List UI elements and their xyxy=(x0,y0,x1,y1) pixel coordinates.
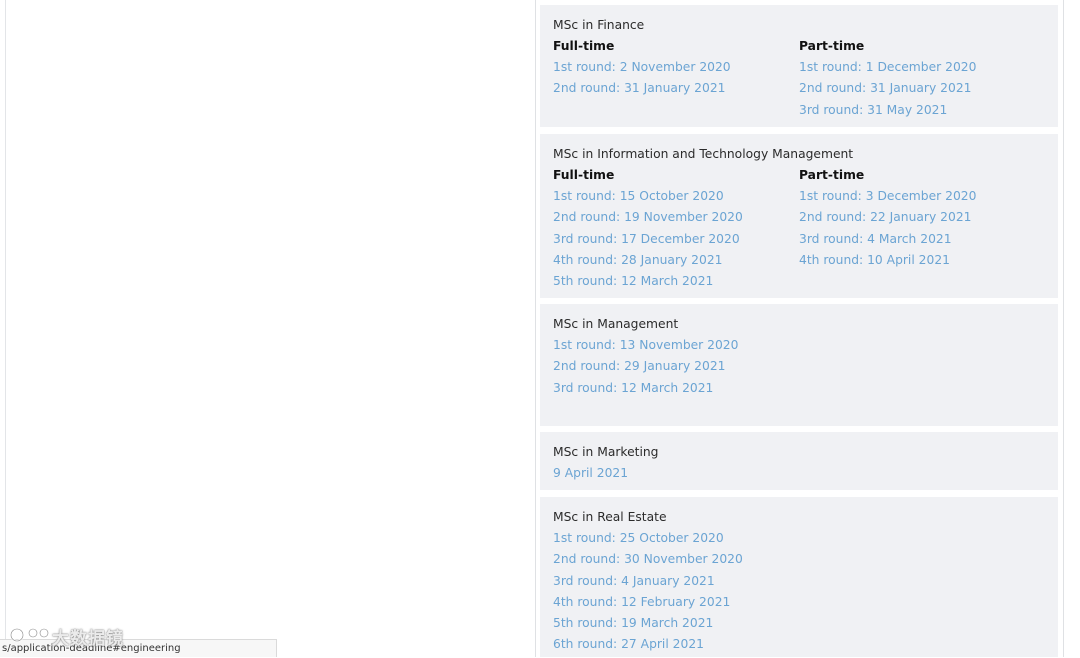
column-heading: Full-time xyxy=(553,168,615,182)
program-card-marketing: MSc in Marketing 9 April 2021 xyxy=(540,432,1058,490)
program-title: MSc in Marketing xyxy=(553,445,659,459)
deadline-link[interactable]: 9 April 2021 xyxy=(553,465,1045,486)
part-time-column: Part-time 1st round: 3 December 2020 2nd… xyxy=(799,167,1045,294)
program-card-real-estate: MSc in Real Estate 1st round: 25 October… xyxy=(540,497,1058,657)
deadline-link[interactable]: 5th round: 12 March 2021 xyxy=(553,273,799,294)
watermark-logo-icon xyxy=(10,628,49,642)
deadline-link[interactable]: 1st round: 1 December 2020 xyxy=(799,59,1045,80)
program-card-management: MSc in Management 1st round: 13 November… xyxy=(540,304,1058,426)
deadline-link[interactable]: 5th round: 19 March 2021 xyxy=(553,615,1045,636)
deadline-link[interactable]: 2nd round: 30 November 2020 xyxy=(553,551,1045,572)
deadline-link[interactable]: 6th round: 27 April 2021 xyxy=(553,636,1045,657)
deadline-link[interactable]: 2nd round: 19 November 2020 xyxy=(553,209,799,230)
column-heading: Full-time xyxy=(553,39,615,53)
program-title: MSc in Real Estate xyxy=(553,510,667,524)
deadline-link[interactable]: 3rd round: 4 January 2021 xyxy=(553,573,1045,594)
part-time-column: Part-time 1st round: 1 December 2020 2nd… xyxy=(799,38,1045,123)
program-card-itm: MSc in Information and Technology Manage… xyxy=(540,134,1058,298)
program-title: MSc in Management xyxy=(553,317,679,331)
deadline-link[interactable]: 2nd round: 22 January 2021 xyxy=(799,209,1045,230)
right-divider xyxy=(1063,0,1064,657)
full-time-column: Full-time 1st round: 2 November 2020 2nd… xyxy=(553,38,799,123)
deadline-link[interactable]: 3rd round: 4 March 2021 xyxy=(799,231,1045,252)
deadline-link[interactable]: 2nd round: 31 January 2021 xyxy=(799,80,1045,101)
program-card-finance: MSc in Finance Full-time 1st round: 2 No… xyxy=(540,5,1058,127)
deadline-link[interactable]: 3rd round: 12 March 2021 xyxy=(553,380,1045,401)
deadline-link[interactable]: 4th round: 12 February 2021 xyxy=(553,594,1045,615)
deadline-link[interactable]: 1st round: 3 December 2020 xyxy=(799,188,1045,209)
left-divider xyxy=(5,0,6,657)
deadline-link[interactable]: 1st round: 25 October 2020 xyxy=(553,530,1045,551)
deadline-link[interactable]: 1st round: 15 October 2020 xyxy=(553,188,799,209)
deadline-link[interactable]: 4th round: 10 April 2021 xyxy=(799,252,1045,273)
column-heading: Part-time xyxy=(799,168,865,182)
deadline-link[interactable]: 1st round: 2 November 2020 xyxy=(553,59,799,80)
deadline-link[interactable]: 4th round: 28 January 2021 xyxy=(553,252,799,273)
deadline-link[interactable]: 2nd round: 29 January 2021 xyxy=(553,358,1045,379)
watermark-text: 大数据镜 xyxy=(52,629,124,649)
program-title: MSc in Finance xyxy=(553,18,645,32)
deadline-link[interactable]: 3rd round: 17 December 2020 xyxy=(553,231,799,252)
deadline-link[interactable]: 1st round: 13 November 2020 xyxy=(553,337,1045,358)
deadline-link[interactable]: 3rd round: 31 May 2021 xyxy=(799,102,1045,123)
program-title: MSc in Information and Technology Manage… xyxy=(553,147,854,161)
deadline-link[interactable]: 2nd round: 31 January 2021 xyxy=(553,80,799,101)
full-time-column: Full-time 1st round: 15 October 2020 2nd… xyxy=(553,167,799,294)
column-heading: Part-time xyxy=(799,39,865,53)
